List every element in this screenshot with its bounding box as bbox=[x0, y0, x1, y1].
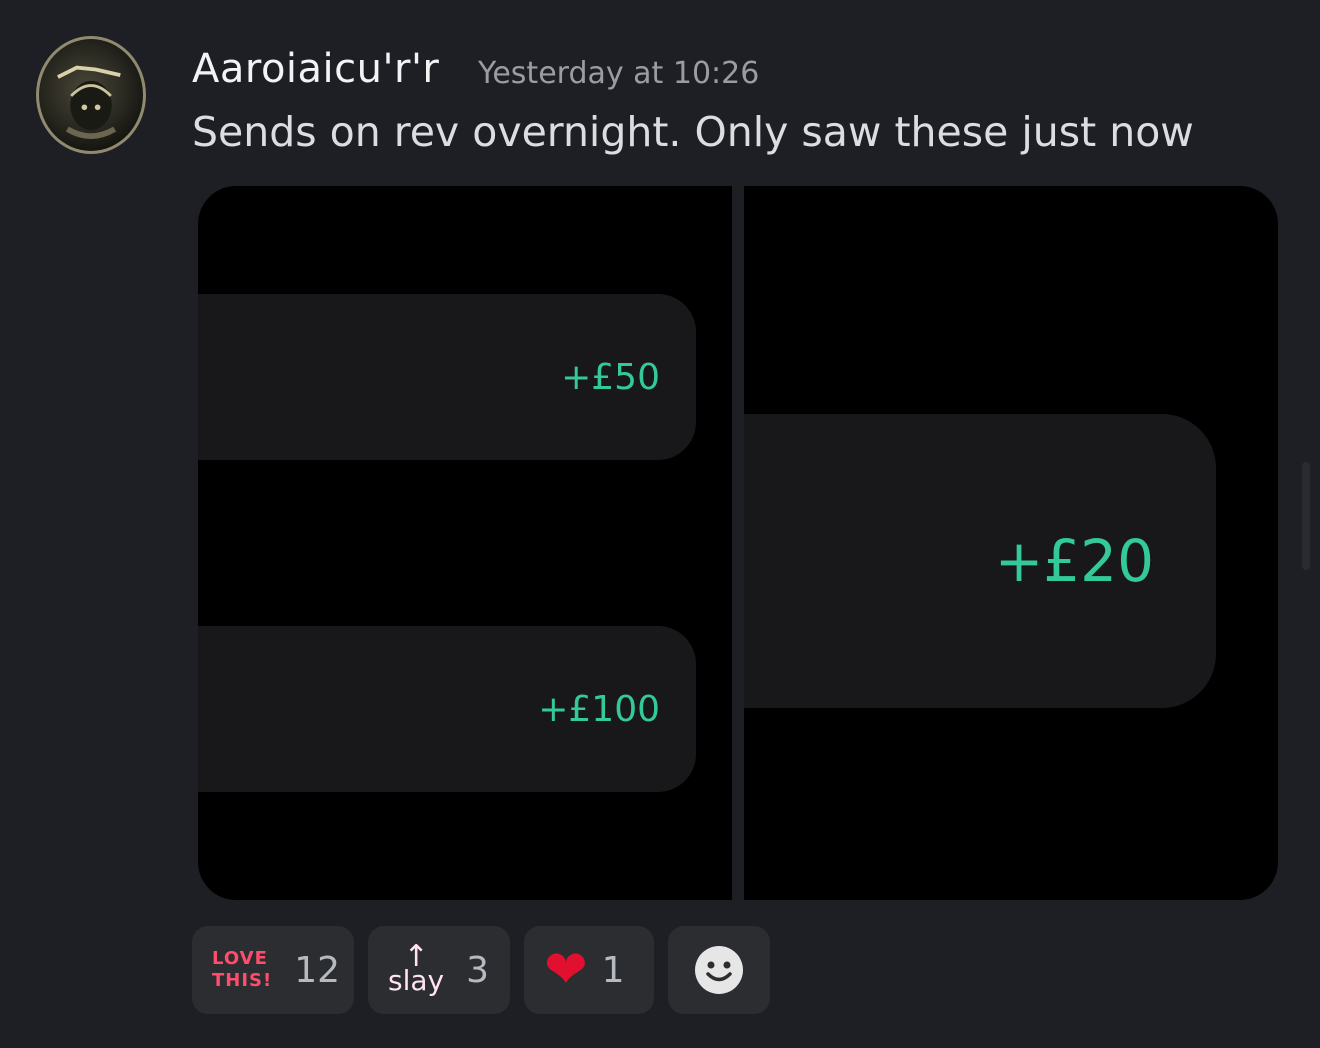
reaction-heart[interactable]: ❤ 1 bbox=[524, 926, 654, 1014]
add-reaction-button[interactable] bbox=[668, 926, 770, 1014]
avatar-image bbox=[57, 65, 121, 139]
slay-label: slay bbox=[388, 964, 445, 997]
reaction-count: 1 bbox=[601, 949, 625, 991]
love-this-emoji: LOVE THIS! bbox=[212, 948, 273, 991]
message-timestamp: Yesterday at 10:26 bbox=[478, 56, 760, 91]
transaction-card: +£50 bbox=[198, 294, 696, 460]
reaction-slay[interactable]: ↑ slay 3 bbox=[368, 926, 510, 1014]
smiley-icon bbox=[695, 946, 743, 994]
message-text: Sends on rev overnight. Only saw these j… bbox=[192, 108, 1194, 156]
username[interactable]: Aaroiaicu'r'r bbox=[192, 46, 439, 92]
reaction-count: 12 bbox=[294, 949, 341, 991]
image-attachment-right[interactable]: +£20 bbox=[744, 186, 1278, 900]
user-avatar[interactable] bbox=[36, 36, 146, 154]
transaction-amount: +£100 bbox=[538, 688, 660, 730]
reaction-count: 3 bbox=[466, 949, 490, 991]
transaction-amount: +£50 bbox=[561, 356, 660, 398]
transaction-amount: +£20 bbox=[994, 527, 1154, 595]
reaction-bar: LOVE THIS! 12 ↑ slay 3 ❤ 1 bbox=[192, 926, 770, 1014]
image-attachment-left[interactable]: +£50 +£100 bbox=[198, 186, 732, 900]
transaction-card: +£100 bbox=[198, 626, 696, 792]
transaction-card: +£20 bbox=[744, 414, 1216, 708]
chat-view: Aaroiaicu'r'r Yesterday at 10:26 Sends o… bbox=[0, 0, 1320, 1048]
slay-emoji: ↑ slay bbox=[388, 942, 445, 997]
reaction-love-this[interactable]: LOVE THIS! 12 bbox=[192, 926, 354, 1014]
scrollbar-thumb[interactable] bbox=[1302, 462, 1310, 570]
red-heart-icon: ❤ bbox=[544, 940, 588, 1000]
